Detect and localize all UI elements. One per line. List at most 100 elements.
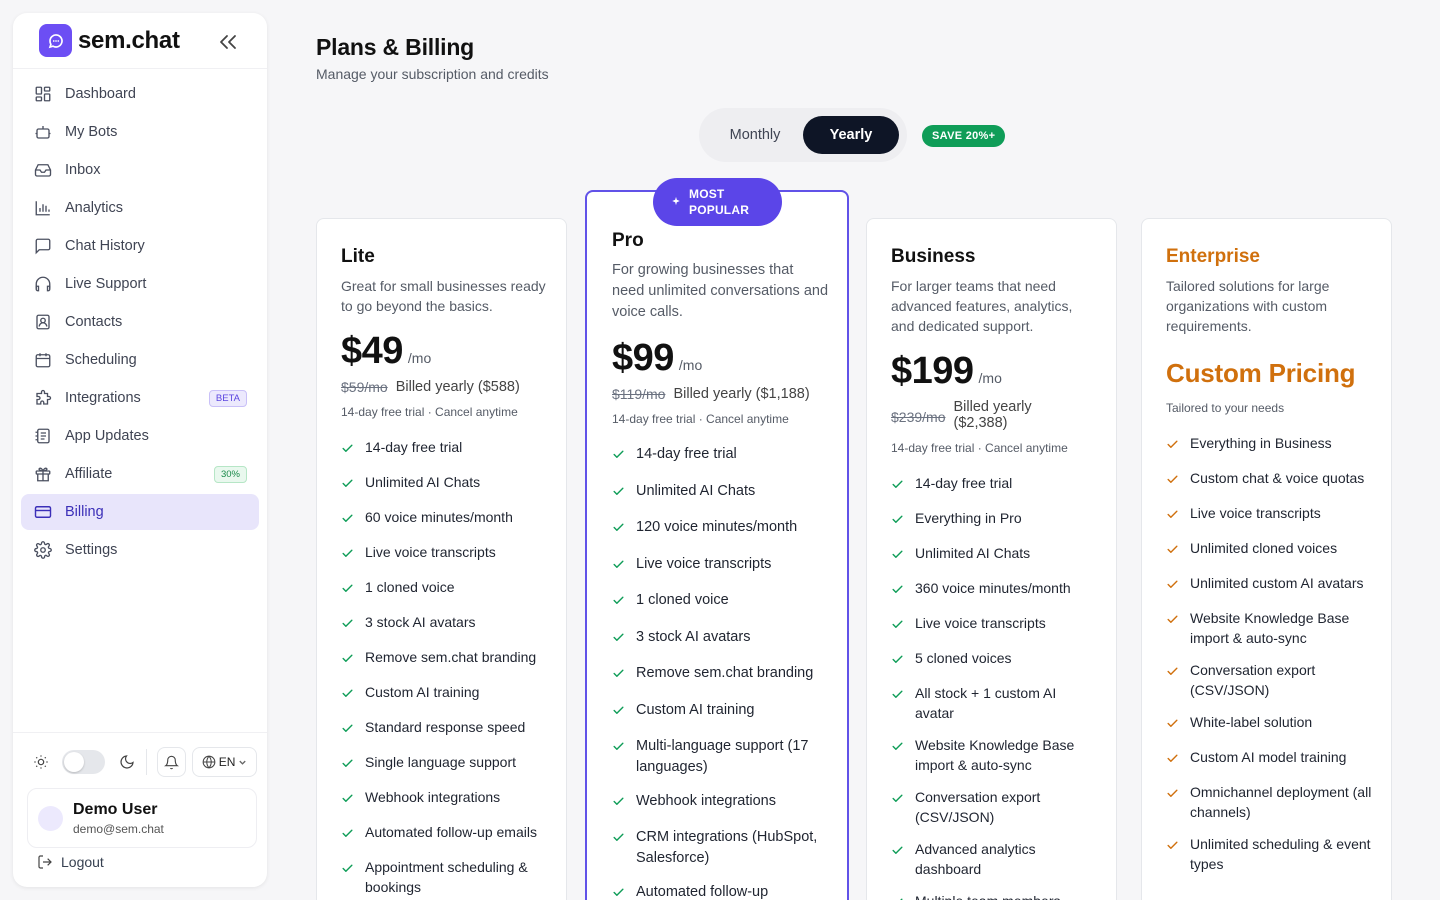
feature-label: 120 voice minutes/month — [636, 519, 798, 535]
logout-label: Logout — [61, 854, 104, 870]
price-period: /mo — [978, 370, 1002, 386]
monthly-option[interactable]: Monthly — [707, 116, 803, 154]
check-icon — [341, 580, 355, 600]
sidebar-item-affiliate[interactable]: Affiliate 30% — [21, 456, 259, 492]
language-select[interactable]: EN — [192, 747, 258, 777]
plan-price: $49 — [341, 330, 403, 372]
divider — [146, 749, 148, 775]
sidebar-item-dashboard[interactable]: Dashboard — [21, 76, 259, 112]
feature-item: Unlimited AI Chats — [341, 472, 548, 495]
sidebar-item-label: Affiliate — [65, 466, 113, 482]
sidebar-item-label: Chat History — [65, 238, 145, 254]
headset-icon — [33, 274, 53, 294]
feature-label: Custom AI training — [365, 684, 480, 700]
feature-item: 360 voice minutes/month — [891, 578, 1098, 601]
chevron-down-icon — [239, 760, 247, 765]
sidebar-item-analytics[interactable]: Analytics — [21, 190, 259, 226]
feature-item: Unlimited AI Chats — [891, 543, 1098, 566]
check-icon — [612, 794, 626, 815]
check-icon — [1166, 715, 1180, 735]
sidebar-item-label: Contacts — [65, 314, 123, 330]
contacts-icon — [33, 312, 53, 332]
badge-line: MOST — [689, 186, 725, 201]
feature-item: Remove sem.chat branding — [341, 647, 548, 670]
beta-badge: BETA — [208, 389, 247, 407]
original-price: $119/mo — [612, 386, 666, 402]
sidebar-item-live-support[interactable]: Live Support — [21, 266, 259, 302]
feature-label: Unlimited custom AI avatars — [1190, 575, 1364, 591]
sidebar-item-billing[interactable]: Billing — [21, 494, 259, 530]
feature-label: Website Knowledge Base import & auto-syn… — [1190, 610, 1350, 646]
feature-item: Remove sem.chat branding — [612, 663, 829, 687]
collapse-sidebar-button[interactable] — [216, 31, 240, 53]
puzzle-icon — [33, 388, 53, 408]
user-card[interactable]: Demo User demo@sem.chat — [27, 788, 257, 848]
trial-note: 14-day free trial · Cancel anytime — [341, 405, 518, 419]
feature-item: Webhook integrations — [612, 791, 829, 815]
sidebar-item-scheduling[interactable]: Scheduling — [21, 342, 259, 378]
feature-label: Appointment scheduling & bookings — [365, 859, 528, 895]
sidebar-item-contacts[interactable]: Contacts — [21, 304, 259, 340]
plan-description: For growing businesses that need unlimit… — [612, 262, 829, 320]
billed-note: Billed yearly ($2,388) — [953, 399, 1032, 431]
feature-item: Website Knowledge Base import & auto-syn… — [1166, 608, 1373, 648]
feature-label: Unlimited cloned voices — [1190, 540, 1338, 556]
check-icon — [612, 557, 626, 578]
sidebar-item-app-updates[interactable]: App Updates — [21, 418, 259, 454]
sidebar-item-my-bots[interactable]: My Bots — [21, 114, 259, 150]
feature-label: Single language support — [365, 754, 517, 770]
sidebar-item-label: Dashboard — [65, 86, 136, 102]
feature-label: Unlimited AI Chats — [365, 474, 481, 490]
brand-name: sem.chat — [78, 26, 180, 54]
feature-label: Live voice transcripts — [915, 615, 1046, 631]
original-price: $59/mo — [341, 379, 388, 395]
preferences-bar: EN — [31, 747, 258, 777]
billing-period-toggle: Monthly Yearly — [699, 108, 907, 162]
check-icon — [341, 545, 355, 565]
feature-label: 14-day free trial — [915, 475, 1013, 491]
feature-label: Unlimited scheduling & event types — [1190, 836, 1371, 872]
check-icon — [341, 685, 355, 705]
feature-label: Everything in Business — [1190, 435, 1332, 451]
plan-name: Pro — [612, 230, 644, 251]
billing-icon — [33, 502, 53, 522]
check-icon — [891, 686, 905, 723]
check-icon — [341, 615, 355, 635]
check-icon — [1166, 506, 1180, 526]
billed-note: Billed yearly ($1,188) — [673, 386, 810, 402]
logout-button[interactable]: Logout — [37, 854, 104, 870]
sidebar-item-integrations[interactable]: Integrations BETA — [21, 380, 259, 416]
logout-icon — [38, 855, 52, 869]
sidebar-item-label: Scheduling — [65, 352, 137, 368]
feature-label: Everything in Pro — [915, 510, 1022, 526]
sidebar-item-label: Settings — [65, 542, 118, 558]
feature-item: White-label solution — [1166, 712, 1373, 735]
feature-label: 14-day free trial — [365, 439, 463, 455]
notifications-button[interactable] — [157, 747, 187, 777]
feature-item: 60 voice minutes/month — [341, 507, 548, 530]
feature-item: 3 stock AI avatars — [341, 612, 548, 635]
chevrons-left-icon — [220, 35, 236, 49]
feature-label: 3 stock AI avatars — [365, 614, 476, 630]
theme-toggle[interactable] — [62, 750, 105, 774]
check-icon — [891, 581, 905, 601]
feature-item: 14-day free trial — [612, 444, 829, 468]
trial-note: 14-day free trial · Cancel anytime — [891, 441, 1068, 455]
check-icon — [341, 860, 355, 897]
sidebar-footer: EN Demo User demo@sem.chat Logout — [13, 732, 267, 887]
sidebar-item-settings[interactable]: Settings — [21, 532, 259, 568]
check-icon — [341, 650, 355, 670]
sidebar-item-inbox[interactable]: Inbox — [21, 152, 259, 188]
plan-name: Business — [891, 246, 976, 267]
feature-list: Everything in Business Custom chat & voic… — [1166, 433, 1373, 874]
sidebar-item-label: App Updates — [65, 428, 149, 444]
gift-icon — [33, 464, 53, 484]
feature-item: Multiple team members — [891, 891, 1098, 900]
chat-logo-icon — [39, 24, 72, 57]
yearly-option[interactable]: Yearly — [803, 116, 899, 154]
sidebar-item-chat-history[interactable]: Chat History — [21, 228, 259, 264]
feature-item: Automated follow-up — [612, 882, 829, 900]
feature-label: Custom chat & voice quotas — [1190, 470, 1365, 486]
feature-item: Live voice transcripts — [1166, 503, 1373, 526]
feature-label: Remove sem.chat branding — [365, 649, 537, 665]
